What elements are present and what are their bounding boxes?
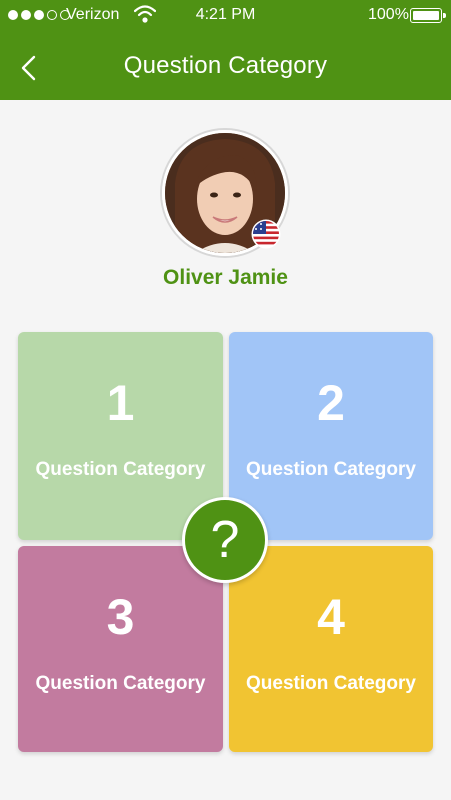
category-card-1[interactable]: 1 Question Category	[18, 332, 223, 540]
category-label: Question Category	[35, 459, 206, 480]
category-label: Question Category	[35, 673, 206, 694]
category-label: Question Category	[246, 459, 416, 480]
battery-percent: 100%	[368, 6, 409, 23]
category-card-2[interactable]: 2 Question Category	[229, 332, 433, 540]
question-mark-icon: ?	[210, 511, 240, 569]
battery-icon	[410, 8, 446, 23]
category-card-4[interactable]: 4 Question Category	[229, 546, 433, 752]
avatar-container	[162, 130, 288, 256]
category-number: 2	[317, 375, 345, 431]
user-name: Oliver Jamie	[163, 266, 288, 289]
category-number: 4	[317, 589, 345, 645]
profile-section: Oliver Jamie	[0, 100, 451, 310]
category-number: 1	[106, 375, 135, 431]
category-number: 3	[106, 589, 135, 645]
category-card-3[interactable]: 3 Question Category	[18, 546, 223, 752]
us-flag-icon	[251, 219, 281, 249]
question-button[interactable]: ?	[182, 497, 268, 583]
status-bar: Verizon 4:21 PM 100%	[0, 0, 451, 32]
app-header: Verizon 4:21 PM 100% Question Category	[0, 0, 451, 100]
page-title: Question Category	[123, 52, 328, 79]
category-label: Question Category	[246, 673, 416, 694]
